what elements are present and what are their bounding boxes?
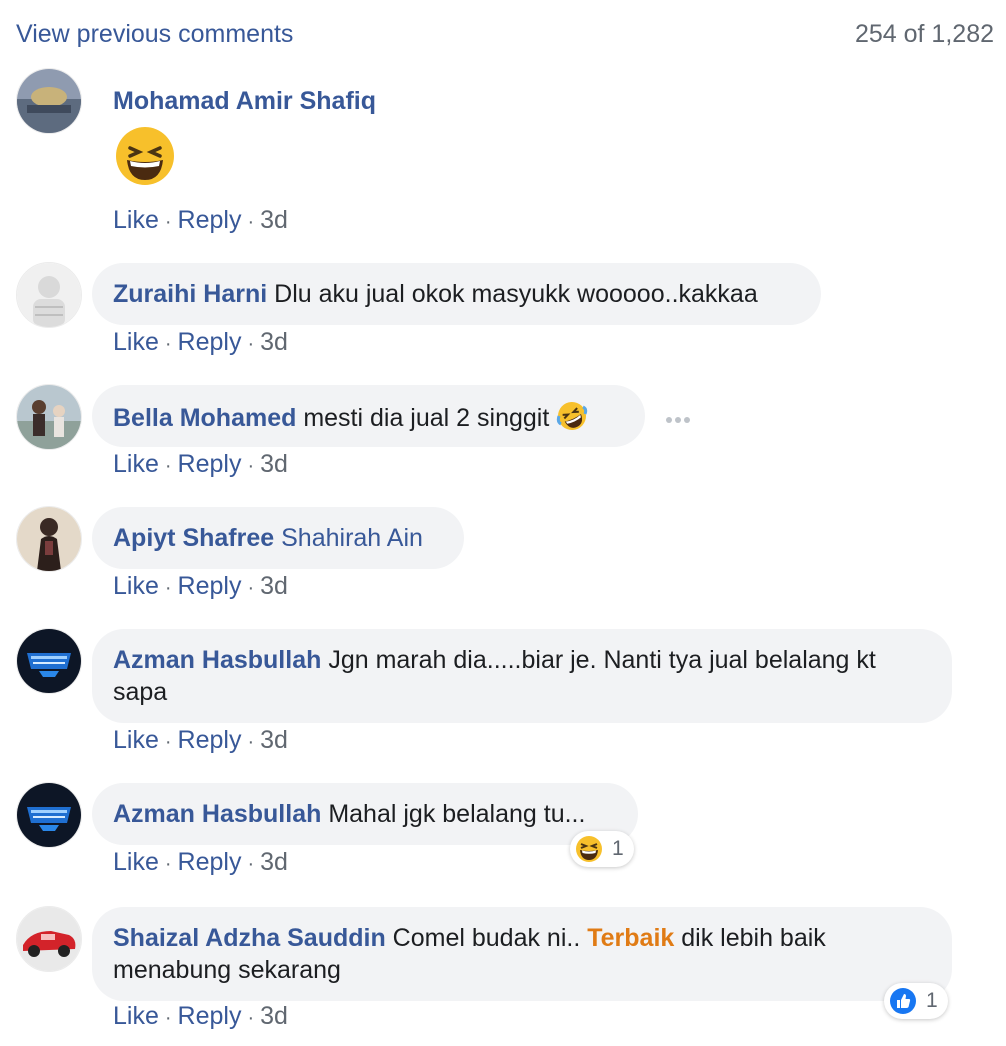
like-button[interactable]: Like: [113, 848, 159, 876]
comment-time[interactable]: 3d: [260, 726, 288, 754]
comment-count: 254 of 1,282: [854, 20, 994, 48]
avatar[interactable]: [16, 782, 82, 848]
rolling-on-floor-laughing-icon: [557, 402, 588, 430]
comment-author[interactable]: Shaizal Adzha Sauddin: [113, 924, 386, 952]
avatar[interactable]: [16, 506, 82, 572]
comment-text: mesti dia jual 2 singgit: [303, 404, 550, 432]
reply-button[interactable]: Reply: [178, 726, 242, 754]
like-button[interactable]: Like: [113, 1002, 159, 1030]
reply-button[interactable]: Reply: [178, 450, 242, 478]
reply-button[interactable]: Reply: [178, 206, 242, 234]
comment-author[interactable]: Azman Hasbullah: [113, 800, 321, 828]
comment-bubble: Bella Mohamed mesti dia jual 2 singgit: [92, 385, 645, 447]
like-button[interactable]: Like: [113, 726, 159, 754]
comment-text: Comel budak ni..: [392, 924, 581, 952]
like-button[interactable]: Like: [113, 450, 159, 478]
reply-button[interactable]: Reply: [178, 848, 242, 876]
comment-author[interactable]: Zuraihi Harni: [113, 280, 267, 308]
comment-actions: Like · Reply · 3d: [113, 206, 288, 234]
comments-header: View previous comments 254 of 1,282: [0, 0, 1006, 70]
avatar[interactable]: [16, 68, 82, 134]
comment-author[interactable]: Apiyt Shafree: [113, 524, 274, 552]
reaction-count: 1: [612, 837, 624, 860]
reaction-summary[interactable]: 1: [570, 831, 634, 867]
like-button[interactable]: Like: [113, 206, 159, 234]
reaction-count: 1: [926, 989, 938, 1012]
comment-bubble: Zuraihi Harni Dlu aku jual okok masyukk …: [92, 263, 821, 325]
comment-time[interactable]: 3d: [260, 572, 288, 600]
reply-button[interactable]: Reply: [178, 572, 242, 600]
comment-author[interactable]: Mohamad Amir Shafiq: [113, 85, 376, 117]
comment-actions: Like · Reply · 3d: [113, 328, 288, 356]
avatar[interactable]: [16, 262, 82, 328]
reaction-summary[interactable]: 1: [884, 983, 948, 1019]
avatar[interactable]: [16, 384, 82, 450]
comment-time[interactable]: 3d: [260, 1002, 288, 1030]
avatar[interactable]: [16, 906, 82, 972]
comment-actions: Like · Reply · 3d: [113, 450, 288, 478]
grinning-squinting-face-icon: [116, 127, 174, 185]
comment-time[interactable]: 3d: [260, 848, 288, 876]
comment-time[interactable]: 3d: [260, 328, 288, 356]
comment-bubble: Apiyt Shafree Shahirah Ain: [92, 507, 464, 569]
like-icon: [890, 988, 916, 1014]
comment-bubble: Shaizal Adzha Sauddin Comel budak ni.. T…: [92, 907, 952, 1001]
like-button[interactable]: Like: [113, 572, 159, 600]
like-button[interactable]: Like: [113, 328, 159, 356]
reply-button[interactable]: Reply: [178, 1002, 242, 1030]
avatar[interactable]: [16, 628, 82, 694]
tagged-user-link[interactable]: Shahirah Ain: [281, 524, 423, 552]
comment-text: Dlu aku jual okok masyukk wooooo..kakkaa: [274, 280, 758, 308]
comment-author[interactable]: Bella Mohamed: [113, 404, 296, 432]
view-previous-comments-link[interactable]: View previous comments: [16, 20, 293, 49]
comment-actions: Like · Reply · 3d: [113, 726, 288, 754]
comment-text: Mahal jgk belalang tu...: [328, 800, 586, 828]
comment-actions: Like · Reply · 3d: [113, 572, 288, 600]
comment-author[interactable]: Azman Hasbullah: [113, 646, 321, 674]
reply-button[interactable]: Reply: [178, 328, 242, 356]
comment-time[interactable]: 3d: [260, 206, 288, 234]
more-options-icon[interactable]: [662, 412, 694, 428]
comment-bubble: Azman Hasbullah Jgn marah dia.....biar j…: [92, 629, 952, 723]
comment-actions: Like · Reply · 3d: [113, 1002, 288, 1030]
highlight-link[interactable]: Terbaik: [587, 924, 674, 952]
comment-time[interactable]: 3d: [260, 450, 288, 478]
comment-actions: Like · Reply · 3d: [113, 848, 288, 876]
haha-icon: [576, 836, 602, 862]
comment-bubble: Azman Hasbullah Mahal jgk belalang tu...: [92, 783, 638, 845]
